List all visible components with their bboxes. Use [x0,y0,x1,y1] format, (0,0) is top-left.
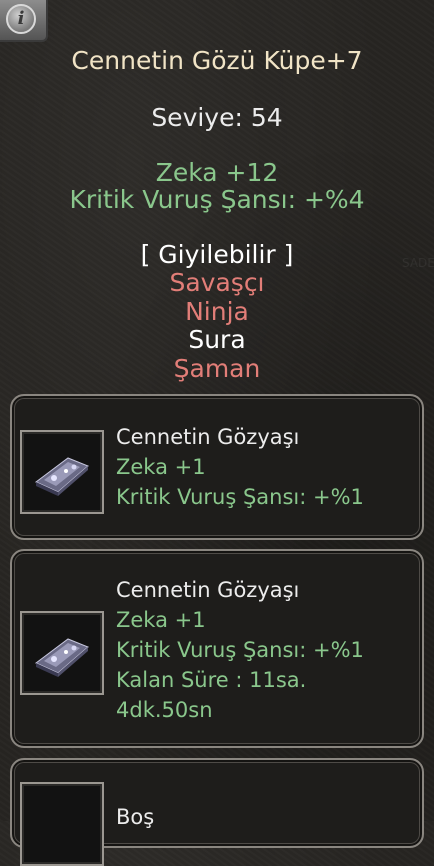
stone-stat-int: Zeka +1 [116,455,206,479]
stone-slot-2[interactable]: Cennetin Gözyaşı Zeka +1 Kritik Vuruş Şa… [10,549,424,748]
stone-time-remaining-cont: 4dk.50sn [116,698,213,722]
stone-stat-crit: Kritik Vuruş Şansı: +%1 [116,485,364,509]
item-bonus-crit: Kritik Vuruş Şansı: +%4 [69,185,365,214]
stone-stat-int: Zeka +1 [116,608,206,632]
stone-socket [20,611,104,695]
stone-name: Cennetin Gözyaşı [116,578,300,602]
class-warrior: Savaşçı [169,268,265,297]
item-level: Seviye: 54 [151,103,283,132]
empty-socket-icon [20,782,104,866]
item-title: Cennetin Gözü Küpe+7 [71,46,363,75]
stone-time-remaining: Kalan Süre : 11sa. [116,668,307,692]
stone-slot-1[interactable]: Cennetin Gözyaşı Zeka +1 Kritik Vuruş Şa… [10,394,424,540]
wearable-label: [ Giyilebilir ] [140,240,294,269]
stone-name: Cennetin Gözyaşı [116,425,300,449]
class-shaman: Şaman [173,354,261,383]
stone-socket [20,430,104,514]
class-sura: Sura [188,325,246,354]
info-button[interactable]: i [0,0,48,42]
stone-name: Boş [116,805,155,829]
heaven-tear-stone-icon [35,638,89,677]
item-bonus-int: Zeka +12 [155,158,279,187]
stone-slot-3[interactable]: Boş [10,758,424,866]
heaven-tear-stone-icon [35,457,89,496]
info-icon: i [6,4,36,34]
class-ninja: Ninja [185,297,249,326]
stone-stat-crit: Kritik Vuruş Şansı: +%1 [116,638,364,662]
